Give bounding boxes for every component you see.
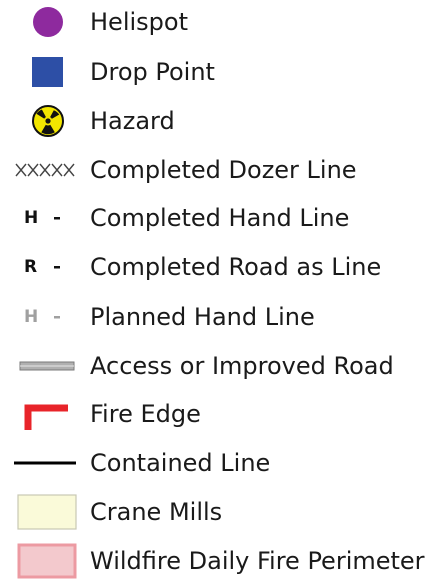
- legend-item-contained-line: Contained Line: [0, 443, 439, 483]
- legend-item-drop-point: Drop Point: [0, 52, 439, 92]
- legend-label: Access or Improved Road: [90, 352, 394, 380]
- planned-hand-line-icon: H: [10, 297, 82, 337]
- legend-label: Completed Dozer Line: [90, 156, 357, 184]
- map-legend: Helispot Drop Point Hazard Completed Doz…: [0, 0, 439, 583]
- legend-label: Crane Mills: [90, 498, 223, 526]
- legend-item-access-or-improved-road: Access or Improved Road: [0, 346, 439, 386]
- legend-label: Fire Edge: [90, 400, 201, 428]
- legend-item-wildfire-daily-fire-perimeter: Wildfire Daily Fire Perimeter: [0, 541, 439, 581]
- legend-label: Completed Road as Line: [90, 253, 382, 281]
- legend-label: Planned Hand Line: [90, 303, 315, 331]
- fire-perimeter-swatch-icon: [10, 541, 82, 581]
- radiation-hazard-icon: [10, 101, 82, 141]
- blue-square-icon: [10, 52, 82, 92]
- road-icon: [10, 346, 82, 386]
- legend-item-completed-dozer-line: Completed Dozer Line: [0, 150, 439, 190]
- legend-label: Drop Point: [90, 58, 215, 86]
- legend-item-hazard: Hazard: [0, 101, 439, 141]
- legend-label: Completed Hand Line: [90, 204, 350, 232]
- contained-line-icon: [10, 443, 82, 483]
- purple-circle-icon: [10, 2, 82, 42]
- legend-label: Wildfire Daily Fire Perimeter: [90, 547, 425, 575]
- legend-item-helispot: Helispot: [0, 2, 439, 42]
- legend-label: Hazard: [90, 107, 175, 135]
- legend-item-completed-hand-line: H Completed Hand Line: [0, 198, 439, 238]
- fire-edge-icon: [10, 394, 82, 434]
- legend-item-fire-edge: Fire Edge: [0, 394, 439, 434]
- crane-mills-swatch-icon: [10, 492, 82, 532]
- legend-label: Contained Line: [90, 449, 271, 477]
- road-line-icon: R: [10, 247, 82, 287]
- legend-label: Helispot: [90, 8, 188, 36]
- legend-item-completed-road-as-line: R Completed Road as Line: [0, 247, 439, 287]
- legend-item-crane-mills: Crane Mills: [0, 492, 439, 532]
- legend-item-planned-hand-line: H Planned Hand Line: [0, 297, 439, 337]
- dozer-line-icon: [10, 150, 82, 190]
- hand-line-icon: H: [10, 198, 82, 238]
